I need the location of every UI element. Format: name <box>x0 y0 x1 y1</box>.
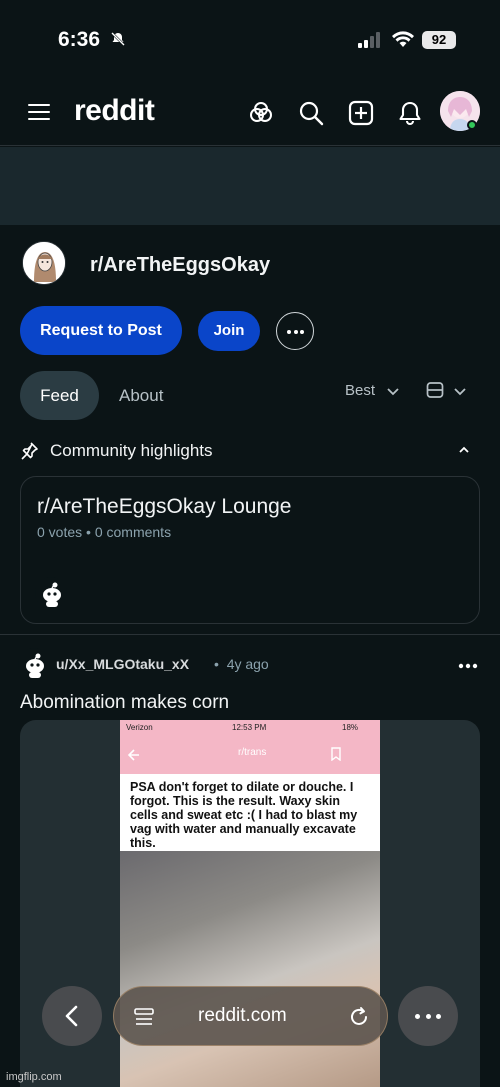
feed-divider <box>0 634 500 635</box>
comment-count: 0 comments <box>94 524 172 540</box>
reload-icon[interactable] <box>348 1006 370 1028</box>
more-options-button[interactable] <box>276 312 314 350</box>
author-avatar-icon[interactable] <box>18 648 50 680</box>
subreddit-banner <box>0 147 500 225</box>
vote-count: 0 votes <box>37 524 83 540</box>
menu-icon[interactable] <box>28 102 50 122</box>
bookmark-icon <box>331 747 341 761</box>
subreddit-icon <box>23 242 65 284</box>
chevron-left-icon <box>65 1005 78 1027</box>
online-status-dot <box>467 120 477 130</box>
subreddit-avatar <box>22 241 66 285</box>
dot <box>287 330 291 334</box>
tabs-icon[interactable] <box>134 1007 154 1027</box>
embedded-battery: 18% <box>342 723 359 732</box>
url-text[interactable]: reddit.com <box>198 1005 287 1027</box>
tab-feed[interactable]: Feed <box>20 371 99 420</box>
status-time: 6:36 <box>58 28 101 51</box>
dot <box>425 1014 431 1019</box>
address-bar[interactable]: reddit.com <box>113 986 388 1046</box>
chevron-up-icon[interactable] <box>458 444 470 456</box>
browser-more-button[interactable] <box>398 986 458 1046</box>
dot <box>293 330 298 334</box>
meta-separator: • <box>214 656 227 672</box>
tab-about[interactable]: About <box>119 386 163 406</box>
dot <box>300 330 304 334</box>
cell-signal-icon <box>358 32 380 48</box>
sort-dropdown[interactable]: Best <box>345 382 375 399</box>
browser-toolbar: reddit.com <box>0 980 500 1087</box>
chevron-down-icon[interactable] <box>386 384 400 398</box>
status-bar: 6:36 92 <box>0 0 500 80</box>
post-age-text: 4y ago <box>226 656 269 672</box>
wifi-icon <box>392 31 414 47</box>
app-header: reddit <box>0 80 500 146</box>
embedded-status-bar: Verizon 12:53 PM 18% <box>120 720 380 736</box>
post-author[interactable]: u/Xx_MLGOtaku_xX <box>56 656 189 672</box>
highlight-card[interactable]: r/AreTheEggsOkay Lounge 0 votes • 0 comm… <box>20 476 480 624</box>
search-icon[interactable] <box>298 100 324 126</box>
pin-icon <box>21 442 38 460</box>
notifications-icon[interactable] <box>397 100 423 126</box>
post-age: • 4y ago <box>214 656 269 672</box>
reddit-logo[interactable]: reddit <box>74 94 155 128</box>
highlight-card-meta: 0 votes • 0 comments <box>37 524 171 540</box>
silent-bell-icon <box>111 32 125 46</box>
join-button[interactable]: Join <box>198 311 260 351</box>
embedded-post-text: PSA don't forget to dilate or douche. I … <box>122 774 378 850</box>
watermark: imgflip.com <box>6 1071 62 1083</box>
subreddit-name: r/AreTheEggsOkay <box>90 254 271 276</box>
snoo-avatar-icon <box>35 577 67 609</box>
community-highlights-header[interactable]: Community highlights <box>20 440 480 462</box>
post-title[interactable]: Abomination makes corn <box>20 692 229 714</box>
back-arrow-icon <box>127 749 139 761</box>
embedded-time: 12:53 PM <box>232 723 267 732</box>
embedded-subreddit: r/trans <box>238 747 267 758</box>
community-highlights-title: Community highlights <box>50 441 213 460</box>
chevron-down-icon[interactable] <box>453 384 467 398</box>
embedded-nav: r/trans <box>120 736 380 774</box>
highlight-card-title: r/AreTheEggsOkay Lounge <box>37 495 292 518</box>
battery-indicator: 92 <box>422 31 456 49</box>
request-to-post-button[interactable]: Request to Post <box>20 306 182 355</box>
meta-separator: • <box>86 524 95 540</box>
browser-back-button[interactable] <box>42 986 102 1046</box>
embedded-carrier: Verizon <box>126 723 153 732</box>
post-more-icon[interactable] <box>458 663 478 669</box>
popular-icon[interactable] <box>248 100 274 126</box>
dot <box>415 1014 420 1019</box>
create-post-icon[interactable] <box>348 100 374 126</box>
dot <box>436 1014 441 1019</box>
view-layout-icon[interactable] <box>426 381 444 399</box>
